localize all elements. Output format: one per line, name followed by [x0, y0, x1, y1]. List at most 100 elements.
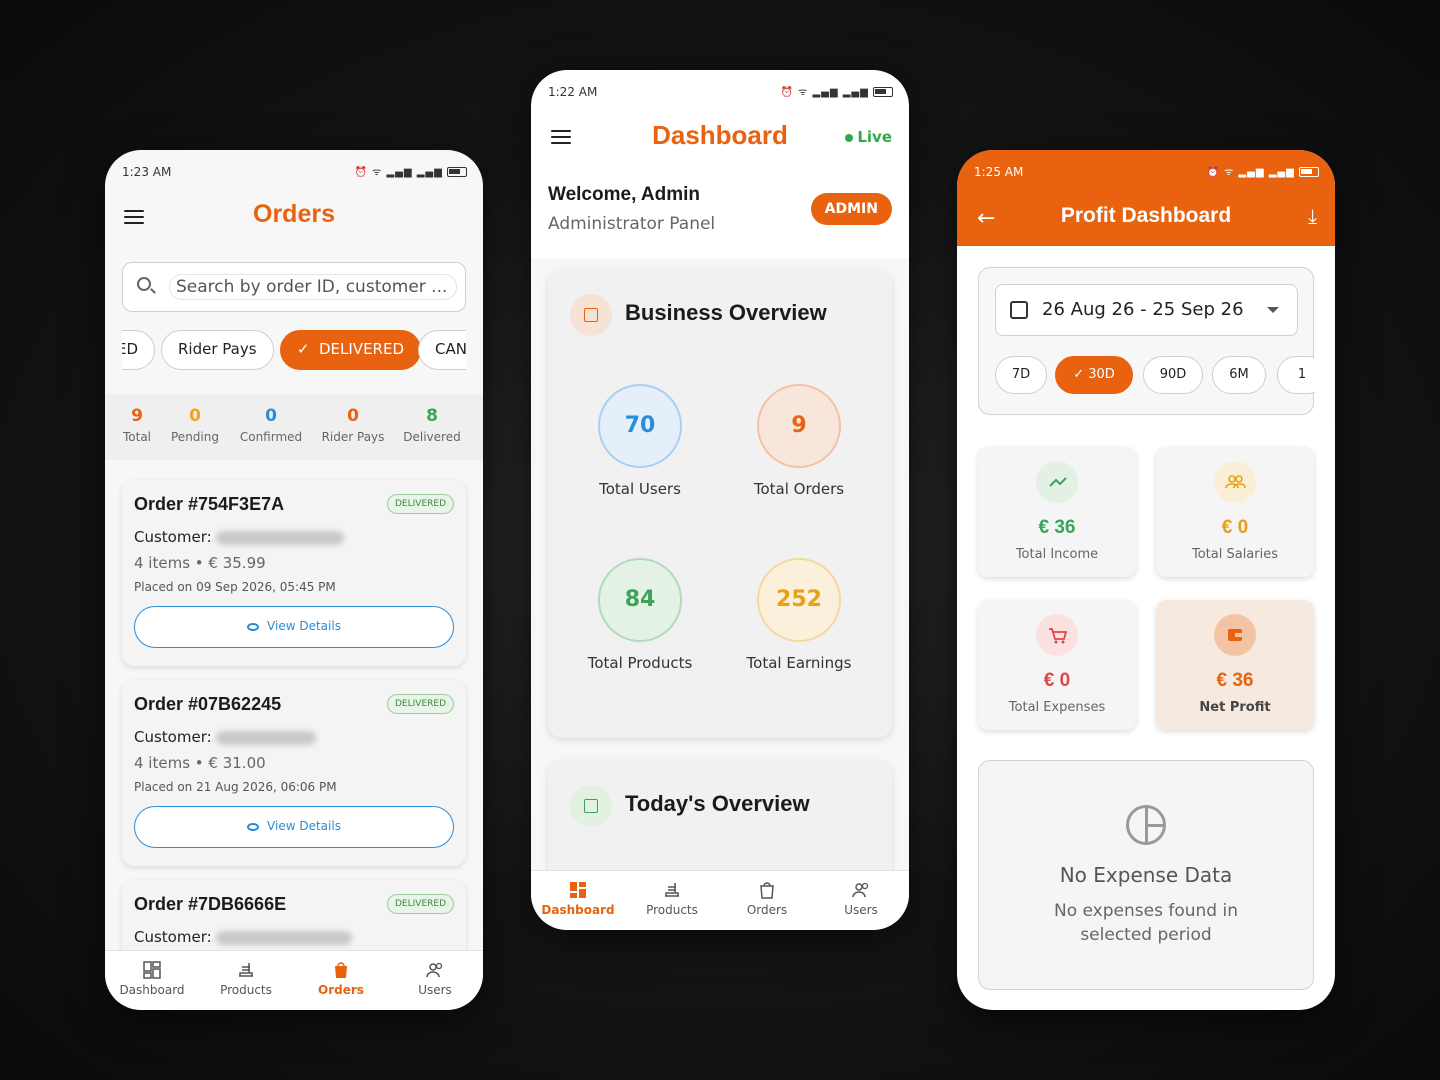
stat-value: 0 — [189, 406, 201, 426]
business-overview-panel: Business Overview 70 Total Users 9 Total… — [548, 270, 892, 738]
battery-icon — [447, 167, 467, 177]
filter-chip[interactable]: ED — [122, 330, 156, 370]
bottom-nav: Dashboard Products Orders Users — [531, 870, 909, 930]
battery-icon — [873, 87, 893, 97]
nav-label: Products — [646, 903, 698, 917]
stat-value: 8 — [426, 406, 438, 426]
view-details-button[interactable]: View Details — [134, 606, 454, 648]
nav-dashboard[interactable]: Dashboard — [531, 881, 625, 917]
search-field[interactable]: Search by order ID, customer ... — [122, 262, 466, 312]
date-range-select[interactable]: 26 Aug 26 - 25 Sep 26 — [995, 284, 1298, 336]
products-icon — [239, 963, 253, 977]
order-date: Placed on 21 Aug 2026, 06:06 PM — [134, 780, 337, 794]
nav-label: Orders — [318, 983, 364, 997]
filter-chip-rider-pays[interactable]: Rider Pays — [161, 330, 274, 370]
range-chip-7d[interactable]: 7D — [995, 356, 1047, 394]
status-bar: 1:23 AM ⏰ ᯤ ▂▄▆ ▂▄▆ — [105, 150, 483, 194]
nav-users[interactable]: Users — [388, 961, 482, 997]
metric-total-expenses[interactable]: € 0 Total Expenses — [978, 600, 1136, 730]
nav-label: Dashboard — [541, 903, 615, 917]
range-chip-label: 30D — [1088, 367, 1115, 382]
search-input[interactable]: Search by order ID, customer ... — [169, 274, 457, 300]
empty-title: No Expense Data — [1059, 863, 1233, 887]
stat-total-products[interactable]: 84 Total Products — [565, 558, 715, 672]
search-icon — [137, 277, 151, 291]
calendar-icon — [570, 785, 612, 827]
stat-label: Pending — [171, 430, 219, 444]
nav-dashboard[interactable]: Dashboard — [105, 961, 199, 997]
status-badge: DELIVERED — [387, 894, 454, 914]
stat-total: 9 Total — [122, 406, 152, 444]
metric-net-profit[interactable]: € 36 Net Profit — [1156, 600, 1314, 730]
stat-total-earnings[interactable]: 252 Total Earnings — [724, 558, 874, 672]
stat-total-orders[interactable]: 9 Total Orders — [724, 384, 874, 498]
download-icon[interactable]: ⤓ — [1308, 204, 1317, 228]
welcome-subtitle: Administrator Panel — [548, 214, 716, 234]
stat-value: 0 — [347, 406, 359, 426]
filter-chip-delivered[interactable]: ✓ DELIVERED — [280, 330, 421, 370]
order-card[interactable]: Order #754F3E7A DELIVERED Customer: 4 it… — [122, 480, 466, 666]
pie-chart-icon — [1126, 805, 1166, 845]
status-icons: ⏰ ᯤ ▂▄▆ ▂▄▆ — [1207, 164, 1319, 178]
eye-icon — [247, 622, 260, 631]
stat-label: Total — [122, 430, 152, 444]
check-icon: ✓ — [1073, 367, 1089, 382]
trending-up-icon — [1036, 461, 1078, 503]
chart-icon — [570, 294, 612, 336]
order-items: 4 items • € 35.99 — [134, 554, 266, 572]
users-icon — [426, 962, 443, 978]
panel-title: Today's Overview — [625, 791, 810, 816]
nav-orders[interactable]: Orders — [294, 961, 388, 997]
welcome-heading: Welcome, Admin — [548, 184, 701, 205]
order-items: 4 items • € 31.00 — [134, 754, 266, 772]
filter-chip-label: DELIVERED — [319, 340, 404, 358]
status-icons: ⏰ ᯤ ▂▄▆ ▂▄▆ — [781, 84, 893, 98]
live-indicator: Live — [845, 128, 892, 146]
stat-total-users[interactable]: 70 Total Users — [565, 384, 715, 498]
orders-icon — [760, 882, 774, 899]
order-id: Order #07B62245 — [134, 694, 282, 714]
empty-description: No expenses found in selected period — [1054, 901, 1238, 945]
nav-label: Products — [220, 983, 272, 997]
nav-orders[interactable]: Orders — [720, 881, 814, 917]
customer-name-redacted — [216, 530, 345, 545]
stat-value: 0 — [265, 406, 277, 426]
nav-users[interactable]: Users — [814, 881, 908, 917]
order-card[interactable]: Order #07B62245 DELIVERED Customer: 4 it… — [122, 680, 466, 866]
live-label: Live — [857, 128, 892, 146]
eye-icon — [247, 822, 260, 831]
range-chip-90d[interactable]: 90D — [1143, 356, 1203, 394]
metric-total-salaries[interactable]: € 0 Total Salaries — [1156, 447, 1314, 577]
status-time: 1:25 AM — [974, 165, 1024, 179]
customer-label: Customer: — [134, 728, 212, 746]
cart-icon — [1036, 614, 1078, 656]
range-chip-6m[interactable]: 6M — [1212, 356, 1266, 394]
stat-label: Delivered — [403, 430, 461, 444]
metric-label: Net Profit — [1199, 700, 1271, 715]
products-icon — [665, 883, 679, 897]
stat-value: 9 — [757, 384, 841, 468]
wallet-icon — [1214, 614, 1256, 656]
battery-icon — [1299, 167, 1319, 177]
nav-products[interactable]: Products — [199, 961, 293, 997]
role-badge: ADMIN — [810, 193, 892, 225]
metric-value: € 36 — [1216, 670, 1254, 691]
order-date: Placed on 09 Sep 2026, 05:45 PM — [134, 580, 336, 594]
date-range-value: 26 Aug 26 - 25 Sep 26 — [1042, 299, 1244, 320]
metric-total-income[interactable]: € 36 Total Income — [978, 447, 1136, 577]
range-chip-30d[interactable]: ✓ 30D — [1055, 356, 1133, 394]
filter-chip-cancelled[interactable]: CAN — [418, 330, 466, 370]
panel-title: Business Overview — [625, 300, 827, 325]
view-details-button[interactable]: View Details — [134, 806, 454, 848]
status-badge: DELIVERED — [387, 694, 454, 714]
metric-value: € 0 — [1043, 670, 1071, 691]
range-chip-1y[interactable]: 1 — [1277, 356, 1315, 394]
nav-products[interactable]: Products — [625, 881, 719, 917]
stat-delivered: 8 Delivered — [399, 406, 465, 444]
orders-icon — [335, 962, 347, 978]
dashboard-icon — [143, 961, 161, 979]
stat-pending: 0 Pending — [167, 406, 223, 444]
metric-label: Total Income — [1015, 547, 1099, 562]
dashboard-screen: 1:22 AM ⏰ ᯤ ▂▄▆ ▂▄▆ Dashboard Live Welco… — [531, 70, 909, 930]
order-customer: Customer: — [134, 928, 353, 946]
